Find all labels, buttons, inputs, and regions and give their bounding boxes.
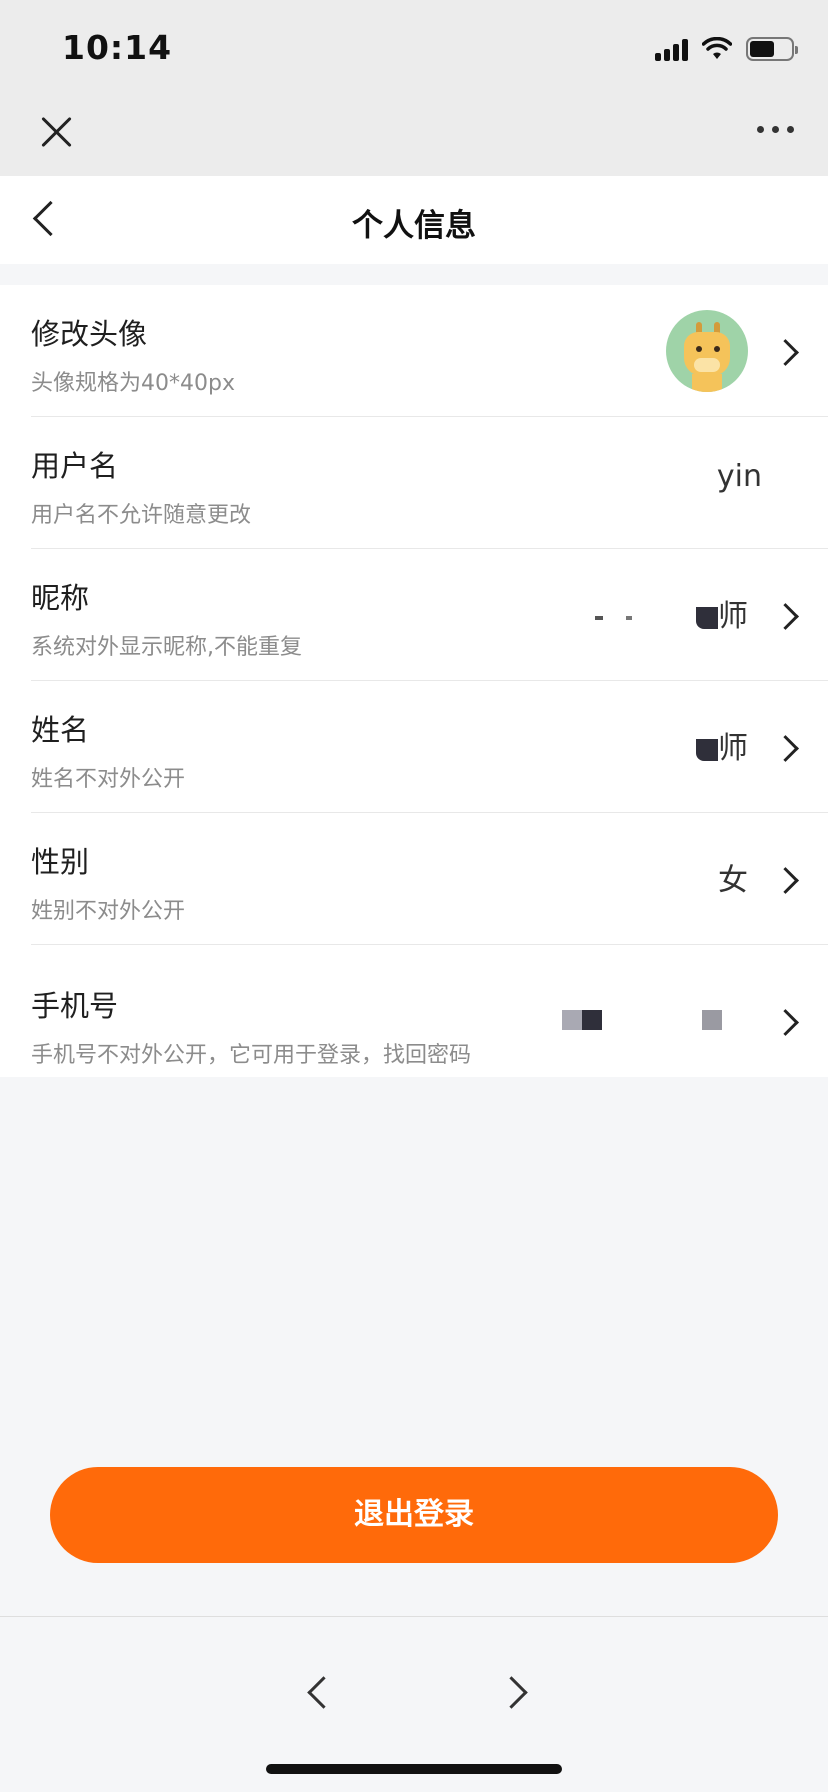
signal-icon bbox=[655, 37, 688, 61]
row-title: 姓名 bbox=[31, 713, 90, 747]
redacted-block bbox=[696, 606, 718, 629]
row-desc: 系统对外显示昵称,不能重复 bbox=[31, 635, 302, 660]
row-desc: 手机号不对外公开，它可用于登录，找回密码 bbox=[31, 1043, 472, 1068]
status-bar: 10:14 bbox=[0, 0, 828, 96]
gender-value: 女 bbox=[718, 863, 748, 898]
redacted-block bbox=[594, 615, 603, 620]
row-phone[interactable]: 手机号 手机号不对外公开，它可用于登录，找回密码 bbox=[0, 945, 828, 1077]
chevron-left-icon[interactable] bbox=[300, 1671, 340, 1711]
nickname-text: 师 bbox=[718, 599, 748, 634]
row-title: 用户名 bbox=[31, 449, 119, 483]
close-icon[interactable] bbox=[36, 112, 76, 152]
row-desc: 姓别不对外公开 bbox=[31, 899, 186, 924]
row-avatar[interactable]: 修改头像 头像规格为40*40px bbox=[0, 285, 828, 417]
chevron-right-icon[interactable] bbox=[776, 341, 798, 363]
nav-header: 个人信息 bbox=[0, 176, 828, 264]
row-desc: 用户名不允许随意更改 bbox=[31, 503, 252, 528]
row-title: 昵称 bbox=[31, 581, 90, 615]
phone-value bbox=[562, 1001, 748, 1036]
redacted-block bbox=[696, 738, 718, 761]
battery-icon bbox=[746, 37, 798, 61]
avatar[interactable] bbox=[666, 310, 748, 392]
logout-button[interactable]: 退出登录 bbox=[50, 1467, 778, 1563]
redacted-block bbox=[626, 615, 633, 620]
status-time: 10:14 bbox=[62, 28, 173, 67]
profile-info-list: 修改头像 头像规格为40*40px 用户名 用户名不允许随意更改 yin 昵称 … bbox=[0, 285, 828, 1077]
redacted-block bbox=[702, 1009, 722, 1030]
miniprogram-top-bar bbox=[0, 96, 828, 176]
chevron-right-icon[interactable] bbox=[776, 869, 798, 891]
username-value: yin bbox=[716, 459, 762, 494]
chevron-right-icon[interactable] bbox=[776, 737, 798, 759]
more-dots-icon[interactable] bbox=[757, 126, 794, 133]
row-title: 修改头像 bbox=[31, 317, 148, 351]
row-desc: 姓名不对外公开 bbox=[31, 767, 186, 792]
row-title: 手机号 bbox=[31, 989, 119, 1023]
chevron-right-icon[interactable] bbox=[776, 1011, 798, 1033]
name-value: 师 bbox=[696, 723, 748, 767]
status-icons bbox=[655, 34, 798, 64]
row-name[interactable]: 姓名 姓名不对外公开 师 bbox=[0, 681, 828, 813]
row-title: 性别 bbox=[31, 845, 90, 879]
wifi-icon bbox=[702, 37, 732, 59]
name-text: 师 bbox=[718, 731, 748, 766]
row-username: 用户名 用户名不允许随意更改 yin bbox=[0, 417, 828, 549]
chevron-right-icon[interactable] bbox=[498, 1671, 538, 1711]
row-nickname[interactable]: 昵称 系统对外显示昵称,不能重复 师 bbox=[0, 549, 828, 681]
battery-level bbox=[750, 41, 774, 57]
redacted-block bbox=[562, 1009, 582, 1030]
redacted-block bbox=[582, 1009, 602, 1030]
page-title: 个人信息 bbox=[352, 208, 476, 244]
chevron-right-icon[interactable] bbox=[776, 605, 798, 627]
home-indicator[interactable] bbox=[266, 1764, 562, 1774]
nickname-value: 师 bbox=[594, 591, 748, 635]
row-desc: 头像规格为40*40px bbox=[31, 371, 235, 396]
row-gender[interactable]: 性别 姓别不对外公开 女 bbox=[0, 813, 828, 945]
